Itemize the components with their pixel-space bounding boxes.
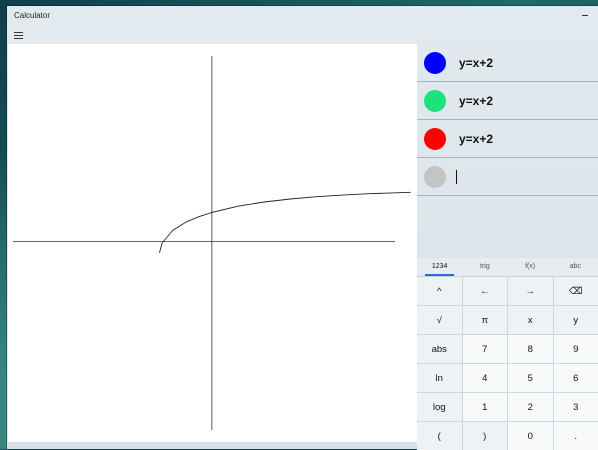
window-title: Calculator xyxy=(14,11,50,20)
equation-color-swatch[interactable] xyxy=(424,128,446,150)
minimize-icon xyxy=(582,15,588,16)
keypad-key[interactable]: 7 xyxy=(463,335,508,363)
keypad-key[interactable]: ln xyxy=(417,364,462,392)
menu-button[interactable] xyxy=(11,28,25,42)
keypad-key[interactable]: abs xyxy=(417,335,462,363)
keypad-grid: ^←→⌫ √πxy abs789 ln456 log123 ()0. xyxy=(417,277,598,450)
keypad-key[interactable]: 4 xyxy=(463,364,508,392)
keypad-key[interactable]: ( xyxy=(417,422,462,450)
equation-text[interactable]: y=x+2 xyxy=(459,94,493,108)
keypad-key[interactable]: 0 xyxy=(508,422,553,450)
equation-row[interactable]: y=x+2 xyxy=(417,82,598,120)
calculator-window: Calculator y=x+2 y=x+2 y=x+2 1234trigf(x… xyxy=(7,6,598,449)
keypad-key[interactable]: ← xyxy=(463,277,508,305)
keypad: 1234trigf(x)abc ^←→⌫√πxyabs789ln456log12… xyxy=(417,258,598,449)
equation-color-swatch[interactable] xyxy=(424,52,446,74)
keypad-key[interactable]: ^ xyxy=(417,277,462,305)
equation-color-swatch[interactable] xyxy=(424,166,446,188)
minimize-button[interactable] xyxy=(578,8,592,22)
new-equation-row[interactable] xyxy=(417,158,598,196)
equation-text[interactable]: y=x+2 xyxy=(459,56,493,70)
keypad-key[interactable]: y xyxy=(554,306,598,334)
equation-row[interactable]: y=x+2 xyxy=(417,120,598,158)
keypad-key[interactable]: 3 xyxy=(554,393,598,421)
keypad-tab[interactable]: trig xyxy=(462,258,507,276)
equation-input[interactable] xyxy=(456,170,598,184)
keypad-tab[interactable]: f(x) xyxy=(508,258,553,276)
keypad-key[interactable]: √ xyxy=(417,306,462,334)
graph-plot xyxy=(8,44,417,442)
keypad-key[interactable]: → xyxy=(508,277,553,305)
equation-list: y=x+2 y=x+2 y=x+2 xyxy=(417,44,598,196)
function-curve xyxy=(160,192,411,252)
keypad-key[interactable]: ) xyxy=(463,422,508,450)
keypad-key[interactable]: 9 xyxy=(554,335,598,363)
equation-color-swatch[interactable] xyxy=(424,90,446,112)
keypad-tabs: 1234trigf(x)abc xyxy=(417,258,598,277)
keypad-key[interactable]: x xyxy=(508,306,553,334)
hamburger-icon xyxy=(14,32,23,33)
title-bar[interactable]: Calculator xyxy=(7,6,598,26)
keypad-key[interactable]: 2 xyxy=(508,393,553,421)
keypad-key[interactable]: 1 xyxy=(463,393,508,421)
equation-text[interactable]: y=x+2 xyxy=(459,132,493,146)
keypad-key[interactable]: log xyxy=(417,393,462,421)
keypad-key[interactable]: . xyxy=(554,422,598,450)
graph-canvas[interactable] xyxy=(8,44,417,442)
backspace-key[interactable]: ⌫ xyxy=(554,277,598,305)
keypad-key[interactable]: 5 xyxy=(508,364,553,392)
keypad-tab[interactable]: abc xyxy=(553,258,598,276)
keypad-key[interactable]: 6 xyxy=(554,364,598,392)
keypad-key[interactable]: 8 xyxy=(508,335,553,363)
keypad-key[interactable]: π xyxy=(463,306,508,334)
equation-row[interactable]: y=x+2 xyxy=(417,44,598,82)
keypad-tab[interactable]: 1234 xyxy=(417,258,462,276)
